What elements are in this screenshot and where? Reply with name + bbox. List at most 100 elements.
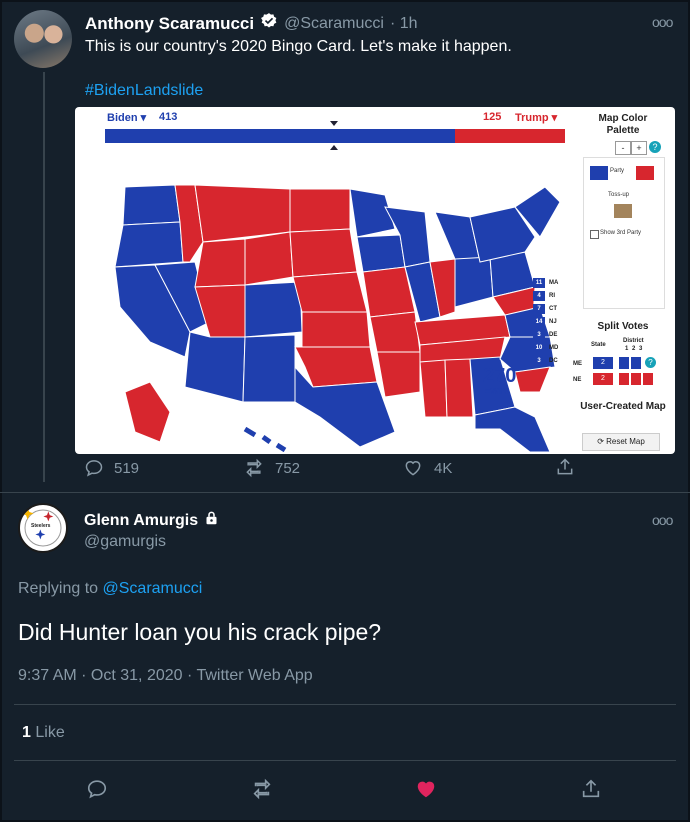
share-icon-2 bbox=[582, 779, 600, 798]
share-action[interactable] bbox=[555, 457, 575, 482]
author-handle[interactable]: @Scaramucci bbox=[284, 15, 384, 33]
palette-minus-button[interactable]: - bbox=[615, 141, 631, 155]
tweet2-header: Glenn Amurgis bbox=[84, 510, 219, 531]
replying-to-handle[interactable]: @Scaramucci bbox=[103, 580, 203, 597]
palette-plus-button[interactable]: + bbox=[631, 141, 647, 155]
heart-outline-icon bbox=[405, 461, 421, 476]
me-district-1[interactable] bbox=[619, 357, 629, 369]
biden-label: Biden ▾ bbox=[107, 112, 147, 124]
like-action[interactable]: 4K bbox=[402, 458, 452, 478]
tweet2-text: Did Hunter loan you his crack pipe? bbox=[18, 619, 382, 645]
ne-district-1[interactable] bbox=[619, 373, 629, 385]
small-state-votes: 11 bbox=[533, 277, 545, 288]
small-states-list: 11 MA 4 RI 7 CT 14 NJ 3 DE 10 MD 3 DC bbox=[533, 277, 558, 366]
reply-count: 519 bbox=[114, 459, 140, 477]
avatar-scaramucci[interactable] bbox=[14, 10, 72, 68]
reply-icon-2 bbox=[87, 780, 107, 799]
biden-votes: 413 bbox=[159, 111, 178, 123]
tweet-image-electoral-map[interactable]: Biden ▾ 413 125 Trump ▾ 11 MA 4 RI 7 CT … bbox=[75, 107, 675, 454]
meta-divider bbox=[14, 704, 676, 705]
ne-district-2[interactable] bbox=[631, 373, 641, 385]
reset-map-button[interactable]: ⟳ Reset Map bbox=[582, 433, 660, 451]
small-state-abbr: MA bbox=[549, 279, 559, 286]
state-col-label: State bbox=[591, 342, 606, 348]
logo-to-win: ≡WIN bbox=[485, 386, 508, 396]
party-label: Party bbox=[610, 168, 625, 174]
small-state-votes: 7 bbox=[533, 303, 545, 314]
share-button-2[interactable] bbox=[580, 778, 602, 805]
small-state-votes: 4 bbox=[533, 290, 545, 301]
small-state-row[interactable]: 4 RI bbox=[533, 290, 558, 301]
threshold-marker-bottom-icon bbox=[330, 145, 338, 150]
likes-summary-word: Like bbox=[35, 724, 65, 741]
reply-icon bbox=[85, 460, 103, 477]
small-state-abbr: DC bbox=[549, 357, 558, 364]
trump-votes: 125 bbox=[483, 111, 502, 123]
split-help-icon[interactable]: ? bbox=[645, 357, 656, 368]
retweet-action[interactable]: 752 bbox=[243, 458, 300, 478]
small-state-votes: 3 bbox=[533, 329, 545, 340]
biden-bar bbox=[105, 129, 455, 143]
logo-270: 270 bbox=[483, 365, 517, 387]
more-options-icon-2[interactable]: ooo bbox=[652, 512, 673, 528]
reply-button-2[interactable] bbox=[86, 778, 108, 805]
svg-text:Steelers: Steelers bbox=[31, 523, 51, 529]
small-state-abbr: NJ bbox=[549, 318, 557, 325]
small-state-row[interactable]: 7 CT bbox=[533, 303, 558, 314]
likes-summary-count: 1 bbox=[22, 724, 31, 741]
small-state-row[interactable]: 14 NJ bbox=[533, 316, 558, 327]
help-icon[interactable]: ? bbox=[649, 141, 661, 153]
us-map bbox=[114, 184, 561, 452]
split-votes-title: Split Votes bbox=[597, 321, 649, 332]
small-state-votes: 10 bbox=[533, 342, 545, 353]
retweet-icon-2 bbox=[253, 778, 271, 800]
reply-action[interactable]: 519 bbox=[84, 458, 139, 478]
hashtag-link[interactable]: #BidenLandslide bbox=[85, 82, 203, 100]
small-state-abbr: MD bbox=[549, 344, 559, 351]
me-label: ME bbox=[573, 361, 582, 367]
author-handle-2[interactable]: @gamurgis bbox=[84, 533, 166, 551]
more-options-icon[interactable]: ooo bbox=[652, 14, 673, 30]
swatch-tossup[interactable] bbox=[614, 204, 632, 218]
likes-summary[interactable]: 1 Like bbox=[22, 724, 65, 742]
ne-state-box[interactable]: 2 bbox=[593, 373, 613, 385]
small-state-abbr: RI bbox=[549, 292, 555, 299]
retweet-button-2[interactable] bbox=[250, 778, 274, 805]
small-state-row[interactable]: 10 MD bbox=[533, 342, 558, 353]
replying-prefix: Replying to bbox=[18, 580, 103, 597]
palette-box: Party Toss-up Show 3rd Party bbox=[583, 157, 665, 309]
district-numbers: 1 2 3 bbox=[625, 346, 643, 352]
ne-label: NE bbox=[573, 377, 582, 383]
tweet1-header: Anthony Scaramucci @Scaramucci · 1h bbox=[85, 12, 418, 35]
swatch-red[interactable] bbox=[636, 166, 654, 180]
trump-label: Trump ▾ bbox=[515, 112, 558, 124]
tweet1-text: This is our country's 2020 Bingo Card. L… bbox=[85, 38, 512, 55]
share-icon bbox=[557, 458, 573, 475]
trump-bar bbox=[455, 129, 565, 143]
lock-icon bbox=[204, 510, 219, 531]
small-state-abbr: DE bbox=[549, 331, 558, 338]
author-name-2[interactable]: Glenn Amurgis bbox=[84, 512, 198, 530]
like-button-2[interactable] bbox=[414, 778, 438, 805]
me-district-2[interactable] bbox=[631, 357, 641, 369]
me-state-box[interactable]: 2 bbox=[593, 357, 613, 369]
retweet-icon bbox=[246, 458, 262, 478]
small-state-row[interactable]: 11 MA bbox=[533, 277, 558, 288]
swatch-blue[interactable] bbox=[590, 166, 608, 180]
district-col-label: District bbox=[623, 338, 644, 344]
author-name[interactable]: Anthony Scaramucci bbox=[85, 14, 254, 34]
avatar-amurgis-steelers-logo[interactable]: Steelers bbox=[18, 503, 68, 553]
retweet-count: 752 bbox=[275, 459, 301, 477]
tossup-label: Toss-up bbox=[608, 192, 630, 198]
threshold-marker-icon bbox=[330, 121, 338, 126]
small-state-row[interactable]: 3 DE bbox=[533, 329, 558, 340]
third-party-label: Show 3rd Party bbox=[600, 230, 642, 236]
tweet2-meta[interactable]: 9:37 AM · Oct 31, 2020 · Twitter Web App bbox=[18, 667, 313, 685]
small-state-abbr: CT bbox=[549, 305, 557, 312]
verified-badge-icon bbox=[260, 12, 278, 35]
small-state-row[interactable]: 3 DC bbox=[533, 355, 558, 366]
third-party-checkbox[interactable] bbox=[590, 230, 599, 239]
tweet-time[interactable]: · 1h bbox=[390, 15, 418, 33]
ne-district-3[interactable] bbox=[643, 373, 653, 385]
user-created-label: User-Created Map bbox=[580, 401, 666, 412]
